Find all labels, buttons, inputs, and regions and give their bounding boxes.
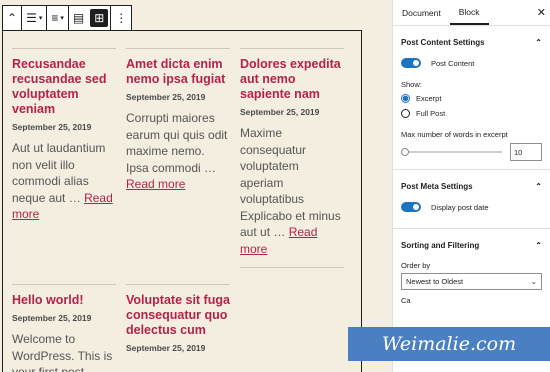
post-title[interactable]: Voluptate sit fuga consequatur quo delec… bbox=[126, 293, 230, 338]
post-date: September 25, 2019 bbox=[126, 343, 206, 353]
caret-down-icon: ▾ bbox=[38, 15, 43, 22]
post-excerpt: Maxime consequatur voluptatem aperiam vo… bbox=[240, 126, 341, 256]
range-slider[interactable] bbox=[401, 148, 502, 156]
radio-label: Excerpt bbox=[416, 94, 442, 103]
words-label: Max number of words in excerpt bbox=[401, 130, 508, 139]
divider bbox=[126, 48, 230, 49]
divider bbox=[240, 267, 344, 268]
more-options-icon[interactable]: ⋮ bbox=[111, 6, 131, 30]
show-label: Show: bbox=[401, 80, 422, 89]
panel-header[interactable]: Post Meta Settings ⌃ bbox=[401, 170, 542, 202]
toggle-label: Post Content bbox=[431, 58, 475, 68]
post-card: Voluptate sit fuga consequatur quo delec… bbox=[126, 284, 230, 361]
post-meta-panel: Post Meta Settings ⌃ Display post date bbox=[393, 170, 550, 229]
list-view-button[interactable]: ☰ ▾ bbox=[22, 6, 46, 30]
align-icon: ≡ bbox=[51, 11, 59, 25]
post-date-toggle[interactable] bbox=[401, 202, 421, 212]
post-excerpt: Corrupti maiores earum qui quis odit max… bbox=[126, 111, 228, 191]
post-date: September 25, 2019 bbox=[12, 313, 92, 323]
post-date: September 25, 2019 bbox=[12, 122, 92, 132]
post-title[interactable]: Dolores expedita aut nemo sapiente nam bbox=[240, 57, 344, 102]
read-more-link[interactable]: Read more bbox=[126, 177, 185, 191]
panel-header[interactable]: Sorting and Filtering ⌃ bbox=[401, 229, 542, 261]
divider bbox=[12, 284, 116, 285]
close-icon[interactable]: ✕ bbox=[537, 6, 546, 19]
post-card: Amet dicta enim nemo ipsa fugiat Septemb… bbox=[126, 48, 230, 193]
post-card: Hello world! September 25, 2019 Welcome … bbox=[12, 284, 116, 372]
post-content-toggle[interactable] bbox=[401, 58, 421, 68]
editor-canvas: ⌃ ☰ ▾ ≡ ▾ ▤ ⊞ ⋮ Recusandae recusandae se… bbox=[0, 0, 392, 372]
post-excerpt: Welcome to WordPress. This is your first… bbox=[12, 332, 113, 372]
watermark: Weimalie.com bbox=[348, 327, 550, 361]
order-label: Order by bbox=[401, 261, 431, 270]
post-title[interactable]: Hello world! bbox=[12, 293, 116, 308]
panel-title: Post Content Settings bbox=[401, 37, 485, 47]
chevron-down-icon: ⌄ bbox=[530, 277, 537, 286]
chevron-up-icon[interactable]: ⌃ bbox=[3, 6, 21, 30]
divider bbox=[240, 48, 344, 49]
category-label: Ca bbox=[401, 296, 411, 305]
settings-sidebar: Document Block ✕ Post Content Settings ⌃… bbox=[392, 0, 550, 372]
tab-block[interactable]: Block bbox=[449, 0, 489, 25]
post-content-panel: Post Content Settings ⌃ Post Content Sho… bbox=[393, 26, 550, 170]
excerpt-radio[interactable] bbox=[401, 94, 410, 103]
post-title[interactable]: Amet dicta enim nemo ipsa fugiat bbox=[126, 57, 230, 87]
post-date: September 25, 2019 bbox=[126, 92, 206, 102]
post-card: Recusandae recusandae sed voluptatem ven… bbox=[12, 48, 116, 223]
post-excerpt: Aut ut laudantium non velit illo commodi… bbox=[12, 141, 113, 221]
excerpt-length-control: 10 bbox=[401, 143, 542, 161]
divider bbox=[126, 284, 230, 285]
chevron-up-icon: ⌃ bbox=[535, 37, 542, 47]
tab-document[interactable]: Document bbox=[393, 0, 450, 25]
list-icon: ☰ bbox=[26, 11, 37, 25]
grid-layout-button[interactable]: ⊞ bbox=[90, 9, 109, 27]
words-number-input[interactable]: 10 bbox=[510, 143, 542, 161]
post-title[interactable]: Recusandae recusandae sed voluptatem ven… bbox=[12, 57, 116, 117]
chevron-up-icon: ⌃ bbox=[535, 240, 542, 250]
align-button[interactable]: ≡ ▾ bbox=[47, 6, 68, 30]
caret-down-icon: ▾ bbox=[60, 15, 64, 22]
toggle-label: Display post date bbox=[431, 202, 489, 212]
sidebar-tabs: Document Block ✕ bbox=[393, 0, 550, 26]
sorting-panel: Sorting and Filtering ⌃ Order by Newest … bbox=[393, 229, 550, 305]
list-layout-button[interactable]: ▤ bbox=[69, 6, 88, 30]
panel-header[interactable]: Post Content Settings ⌃ bbox=[401, 26, 542, 58]
panel-title: Post Meta Settings bbox=[401, 181, 473, 191]
block-toolbar: ⌃ ☰ ▾ ≡ ▾ ▤ ⊞ ⋮ bbox=[2, 5, 133, 31]
post-card: Dolores expedita aut nemo sapiente nam S… bbox=[240, 48, 344, 276]
full-post-radio[interactable] bbox=[401, 109, 410, 118]
radio-label: Full Post bbox=[416, 109, 446, 118]
slider-thumb[interactable] bbox=[401, 148, 409, 156]
divider bbox=[12, 48, 116, 49]
post-date: September 25, 2019 bbox=[240, 107, 320, 117]
order-by-select[interactable]: Newest to Oldest ⌄ bbox=[401, 273, 542, 290]
chevron-up-icon: ⌃ bbox=[535, 181, 542, 191]
select-value: Newest to Oldest bbox=[406, 277, 464, 286]
panel-title: Sorting and Filtering bbox=[401, 240, 480, 250]
